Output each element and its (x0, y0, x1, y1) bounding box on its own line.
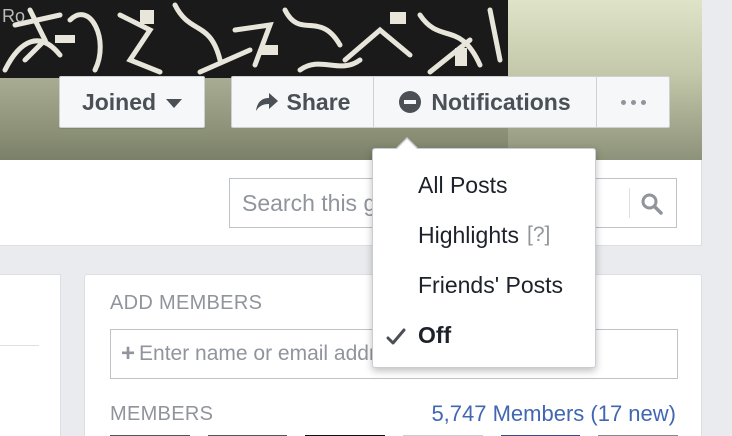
menu-item-label: All Posts (418, 171, 508, 198)
more-dots-icon (620, 99, 646, 105)
notifications-option-friends-posts[interactable]: Friends' Posts (373, 260, 595, 310)
share-arrow-icon (255, 92, 279, 112)
members-count-link[interactable]: 5,747 Members (17 new) (431, 401, 676, 427)
menu-item-label: Friends' Posts (418, 271, 563, 298)
plus-icon: + (121, 340, 136, 367)
notifications-menu: All Posts Highlights [?] Friends' Posts … (372, 137, 596, 368)
highlights-help-hint[interactable]: [?] (527, 223, 550, 247)
joined-button[interactable]: Joined (59, 76, 205, 128)
notifications-option-highlights[interactable]: Highlights [?] (373, 210, 595, 260)
menu-item-label: Highlights (418, 221, 519, 248)
notifications-off-icon (399, 91, 422, 113)
menu-item-label: Off (418, 321, 452, 348)
left-content-card (0, 274, 61, 436)
notifications-option-off[interactable]: Off (373, 310, 595, 360)
share-label: Share (286, 88, 351, 115)
cover-cartoon-image: Ro (0, 0, 508, 78)
more-options-button[interactable] (597, 77, 669, 127)
chevron-down-icon (166, 98, 183, 108)
divider (0, 345, 39, 346)
checkmark-icon (386, 325, 406, 352)
add-members-title: ADD MEMBERS (110, 292, 263, 314)
search-divider (629, 188, 630, 218)
notifications-option-all-posts[interactable]: All Posts (373, 160, 595, 210)
group-header-panel (0, 160, 702, 246)
share-button[interactable]: Share (232, 77, 374, 127)
joined-label: Joined (81, 88, 157, 115)
notifications-button[interactable]: Notifications (374, 77, 597, 127)
members-title: MEMBERS (110, 403, 214, 425)
cover-watermark: Ro (2, 6, 25, 26)
search-icon[interactable] (640, 192, 664, 221)
group-action-buttons: Share Notifications (231, 76, 670, 128)
notifications-label: Notifications (431, 88, 571, 115)
